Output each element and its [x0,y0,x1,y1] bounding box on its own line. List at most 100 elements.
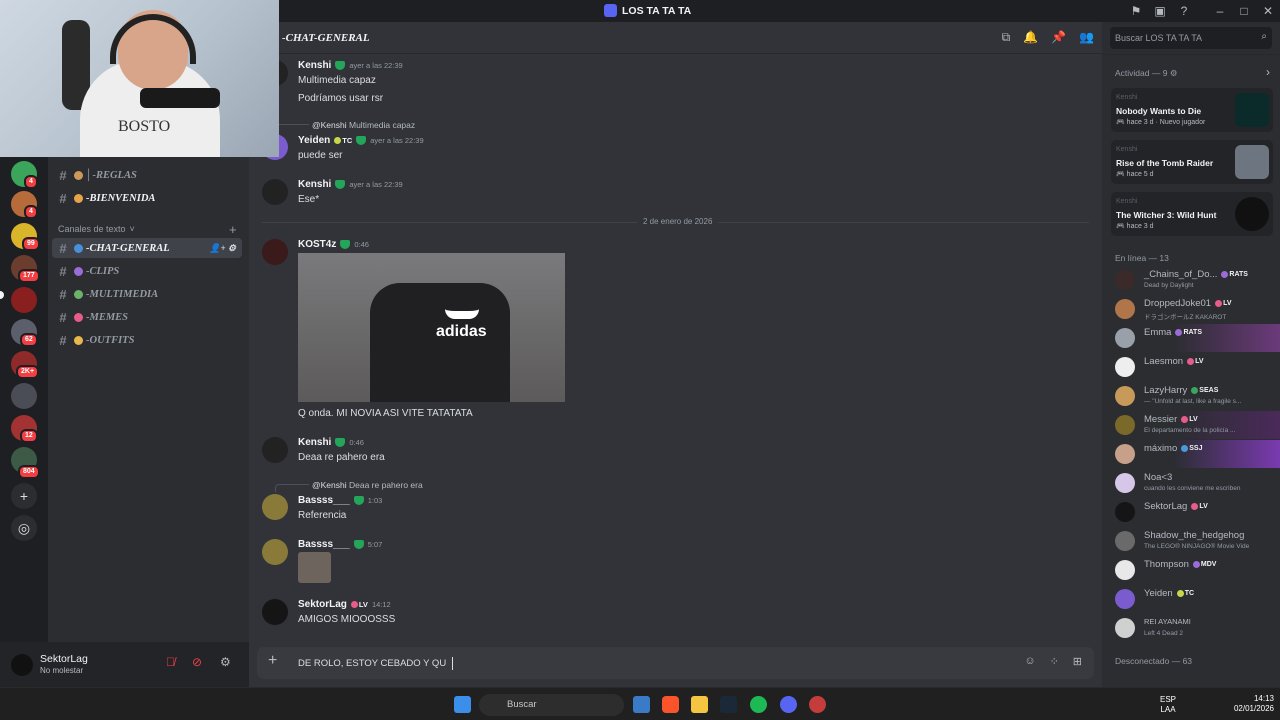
emoji-icon[interactable]: ☺ [1024,655,1035,668]
channel-outfits[interactable]: # -OUTFITS [52,330,242,350]
member-row[interactable]: REI AYANAMI Left 4 Dead 2 [1102,614,1280,642]
author-name[interactable]: Bassss___ [298,495,350,506]
pin-icon[interactable]: 📌 [1051,30,1066,45]
chevron-right-icon[interactable]: › [1266,65,1270,79]
avatar[interactable] [262,539,288,565]
timestamp: 5:07 [367,540,383,549]
discover-icon[interactable]: ◎ [11,515,37,541]
threads-icon[interactable]: ⧉ [1002,30,1011,45]
activity-card[interactable]: Kenshi Nobody Wants to Die 🎮 hace 3 d · … [1111,88,1273,132]
screen-icon[interactable]: ▣ [1148,4,1172,18]
attachment-thumbnail[interactable] [298,552,331,583]
member-activity: cuando les conviene me escriben [1144,485,1241,492]
server-icon-8[interactable] [11,383,37,409]
mute-mic-icon[interactable]: 🎙̸ [166,655,175,669]
member-name: Noa<3 [1144,472,1173,483]
avatar[interactable] [262,239,288,265]
composer-input[interactable]: DE ROLO, ESTOY CEBADO Y QU [298,658,446,669]
member-row[interactable]: Emma RATS [1102,324,1280,352]
author-name[interactable]: KOST4z [298,239,336,250]
explorer-icon[interactable] [633,696,650,713]
message-header: Kenshi 0:46 [298,437,364,448]
channel-label: -MEMES [86,311,129,323]
deafen-icon[interactable]: ⊘ [192,655,202,669]
apps-icon[interactable]: ⁘ [1050,655,1059,668]
close-button[interactable]: ✕ [1256,4,1280,18]
member-row[interactable]: Shadow_the_hedgehog The LEGO® NINJAGO® M… [1102,527,1280,555]
author-name[interactable]: Bassss___ [298,539,350,550]
author-name[interactable]: Kenshi [298,60,331,71]
activity-user: Kenshi [1116,198,1138,205]
add-channel-icon[interactable]: + [229,222,237,237]
author-name[interactable]: Yeiden [298,135,330,146]
member-row[interactable]: Laesmon LV [1102,353,1280,381]
channel-label: -BIENVENIDA [86,192,156,204]
channel-chat-general[interactable]: # -CHAT-GENERAL 👤+ ⚙ [52,238,242,258]
clock-date: 02/01/2026 [1233,704,1274,713]
language-indicator[interactable]: ESP LAA [1160,695,1176,715]
member-row[interactable]: Messier LV El departamento de la policía … [1102,411,1280,439]
windows-start-icon[interactable] [454,696,471,713]
gear-icon[interactable]: ⚙ [220,655,231,669]
member-row[interactable]: LazyHarry SEAS — "Unfold at last, like a … [1102,382,1280,410]
channel-multimedia[interactable]: # -MULTIMEDIA [52,284,242,304]
discord-icon[interactable] [780,696,797,713]
help-icon[interactable]: ? [1172,4,1196,18]
channel-clips[interactable]: # -CLIPS [52,261,242,281]
message-composer[interactable]: + DE ROLO, ESTOY CEBADO Y QU ☺ ⁘ ⊞ [257,647,1094,679]
app-icon[interactable] [809,696,826,713]
activity-card[interactable]: Kenshi Rise of the Tomb Raider 🎮 hace 5 … [1111,140,1273,184]
plus-icon[interactable]: + [268,652,277,670]
member-row[interactable]: Yeiden TC [1102,585,1280,613]
avatar[interactable] [262,494,288,520]
activity-card[interactable]: Kenshi The Witcher 3: Wild Hunt 🎮 hace 3… [1111,192,1273,236]
clock[interactable]: 14:13 02/01/2026 [1234,694,1274,714]
brave-icon[interactable] [662,696,679,713]
member-row[interactable]: SektorLag LV [1102,498,1280,526]
timestamp: 0:46 [354,240,369,249]
bell-icon[interactable]: 🔔 [1023,30,1038,45]
folder-icon[interactable] [691,696,708,713]
gift-icon[interactable]: ⊞ [1073,655,1082,668]
minimize-button[interactable]: – [1208,4,1232,18]
activity-title: The Witcher 3: Wild Hunt [1116,210,1217,220]
avatar [1115,357,1135,377]
scroll-emoji-icon [74,170,83,180]
add-server-button[interactable]: + [11,483,37,509]
discord-window: LOS TA TA TA ⚑ ▣ ? – □ ✕ BOSTO 4 4 99 17… [0,0,1280,720]
member-row[interactable]: DroppedJoke01 LV ドラゴンボールZ KAKAROT [1102,295,1280,323]
avatar[interactable] [262,599,288,625]
member-row[interactable]: Noa<3 cuando les conviene me escriben [1102,469,1280,497]
author-name[interactable]: Kenshi [298,437,331,448]
timestamp: 0:46 [349,438,364,447]
member-row[interactable]: _Chains_of_Do... RATS Dead by Daylight [1102,266,1280,294]
avatar[interactable] [262,179,288,205]
search-input[interactable]: Buscar LOS TA TA TA ⌕ [1110,27,1272,49]
spotify-icon[interactable] [750,696,767,713]
hash-icon: # [59,332,67,348]
attachment-image[interactable]: adidas [298,253,565,402]
avatar[interactable] [262,437,288,463]
reply-preview[interactable]: @Kenshi Multimedia capaz [312,120,415,130]
inbox-icon[interactable]: ⚑ [1124,4,1148,18]
message-header: Kenshi ayer a las 22:39 [298,60,403,71]
channel-memes[interactable]: # -MEMES [52,307,242,327]
channel-reglas[interactable]: # │-REGLAS [52,165,242,185]
message-header: Kenshi ayer a las 22:39 [298,179,403,190]
invite-settings-icons[interactable]: 👤+ ⚙ [209,243,236,254]
channel-bienvenida[interactable]: # -BIENVENIDA [52,188,242,208]
category-header[interactable]: Canales de texto ˅ [58,224,135,234]
avatar[interactable] [11,654,33,676]
member-row[interactable]: máximo SSJ [1102,440,1280,468]
maximize-button[interactable]: □ [1232,4,1256,18]
member-row[interactable]: Thompson MDV [1102,556,1280,584]
reply-preview[interactable]: @Kenshi Deaa re pahero era [312,480,423,490]
taskbar-search[interactable]: Buscar [479,694,624,716]
author-name[interactable]: SektorLag [298,599,347,610]
author-name[interactable]: Kenshi [298,179,331,190]
members-icon[interactable]: 👥 [1079,30,1094,45]
online-header: En línea — 13 [1115,253,1169,263]
steam-icon[interactable] [720,696,737,713]
server-icon-5[interactable] [11,287,37,313]
avatar [1115,415,1135,435]
